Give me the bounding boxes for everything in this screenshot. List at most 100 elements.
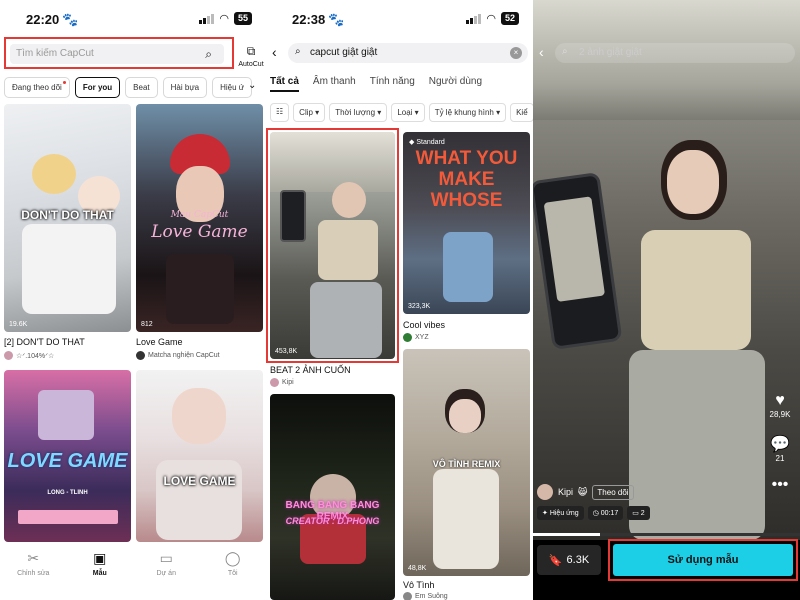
filter-aspect-ratio[interactable]: Tỷ lệ khung hình ▾ <box>428 103 507 122</box>
back-icon[interactable]: ‹ <box>539 44 544 60</box>
template-card[interactable]: 453,8K <box>270 132 395 359</box>
template-card[interactable]: Mau CapCut Love Game 812 <box>136 104 263 332</box>
preview-phone <box>533 171 623 351</box>
search-input[interactable]: ⌕ capcut giật giật × <box>288 43 528 63</box>
filter-duration[interactable]: Thời lượng ▾ <box>329 103 388 122</box>
template-card[interactable]: BANG BANG BANG REMIX CREATOR : D.PHONG <box>270 394 395 600</box>
template-card[interactable]: VÔ TÌNH REMIX 48,8K <box>403 349 530 576</box>
comment-button[interactable]: 💬 21 <box>766 434 794 463</box>
template-tags: ✦ Hiệu ứng ◷ 00:17 ▭ 2 <box>537 506 650 520</box>
card-title[interactable]: [2] DON'T DO THAT <box>4 337 85 347</box>
template-card[interactable]: DON'T DO THAT 19.6K <box>4 104 131 332</box>
card-overlay-text: DON'T DO THAT <box>21 208 114 222</box>
video-preview[interactable] <box>533 0 800 540</box>
panel-capcut-home: 22:20 🐾 ◠ 55 Tìm kiếm CapCut ⌕ ⧉ AutoCut… <box>0 0 266 600</box>
nav-edit[interactable]: ✂ Chỉnh sửa <box>8 550 58 600</box>
chip-for-you[interactable]: For you <box>74 77 121 98</box>
thumbnail-face <box>449 399 481 433</box>
card-author[interactable]: Kipi <box>270 378 294 387</box>
search-icon[interactable]: ⌕ <box>205 47 212 62</box>
autocut-label: AutoCut <box>238 61 264 68</box>
filter-type[interactable]: Loại ▾ <box>391 103 425 122</box>
card-overlay-subtitle: CREATOR : D.PHONG <box>285 516 380 526</box>
template-card[interactable]: LOVE GAME <box>136 370 263 542</box>
signal-icon <box>199 13 215 24</box>
tab-features[interactable]: Tính năng <box>370 76 415 92</box>
card-title[interactable]: Love Game <box>136 337 183 347</box>
card-title[interactable]: Vô Tình <box>403 580 434 590</box>
nav-templates[interactable]: ▣ Mẫu <box>75 550 125 600</box>
preview-top <box>641 230 751 350</box>
bottom-nav: ✂ Chỉnh sửa ▣ Mẫu ▭ Dự án ◯ Tôi <box>0 542 266 600</box>
search-input[interactable]: ⌕ 2 ảnh giật giật <box>555 43 795 63</box>
bookmark-icon: 🔖 <box>548 554 563 567</box>
panel-template-preview: ‹ ⌕ 2 ảnh giật giật ♥ 28,9K 💬 21 ••• Kip… <box>533 0 800 600</box>
usage-count: 453,8K <box>275 348 298 355</box>
cat-emoji-icon: 😸 <box>578 486 588 497</box>
nav-projects[interactable]: ▭ Dự án <box>141 550 191 600</box>
card-overlay-text: VÔ TÌNH REMIX <box>432 459 501 469</box>
template-icon: ▣ <box>93 550 107 566</box>
playback-progress[interactable] <box>533 533 800 536</box>
back-icon[interactable]: ‹ <box>272 44 277 60</box>
filter-clip[interactable]: Clip ▾ <box>293 103 326 122</box>
tab-users[interactable]: Người dùng <box>429 76 482 92</box>
wifi-icon: ◠ <box>219 13 229 25</box>
chip-funny[interactable]: Hài bựa <box>162 77 208 98</box>
chip-effects[interactable]: Hiệu ứ <box>212 77 253 98</box>
like-button[interactable]: ♥ 28,9K <box>766 392 794 419</box>
notification-dot <box>62 81 66 84</box>
template-card[interactable]: ◆ Standard WHAT YOU MAKE WHOSE 323,3K <box>403 132 530 314</box>
usage-count: 48,8K <box>408 565 427 572</box>
thumbnail-jeans <box>443 232 493 302</box>
thumbnail-body <box>156 460 242 540</box>
thumbnail-face <box>172 388 226 444</box>
card-overlay-text: WHAT YOU MAKE WHOSE <box>415 148 518 211</box>
status-bar: 22:20 🐾 ◠ 55 <box>0 0 266 38</box>
filter-settings-icon[interactable]: ☷ <box>270 103 290 122</box>
search-placeholder: Tìm kiếm CapCut <box>16 48 94 59</box>
template-card[interactable]: LOVE GAME LONG - TLINH <box>4 370 131 542</box>
filter-style[interactable]: Kiể <box>510 103 533 122</box>
battery-icon: 52 <box>500 12 519 25</box>
thumbnail-scene <box>38 390 94 440</box>
chip-following[interactable]: Đang theo dõi <box>4 77 70 98</box>
card-title[interactable]: Cool vibes <box>403 320 445 330</box>
nav-profile[interactable]: ◯ Tôi <box>208 550 258 600</box>
usage-count: 812 <box>141 321 153 328</box>
search-input[interactable]: Tìm kiếm CapCut ⌕ <box>10 44 224 64</box>
user-icon: ◯ <box>224 550 241 566</box>
clear-icon[interactable]: × <box>510 47 522 59</box>
tab-all[interactable]: Tất cả <box>270 76 299 92</box>
avatar <box>136 351 145 360</box>
thumbnail-jeans <box>310 282 382 358</box>
scissors-icon: ✂ <box>27 550 40 566</box>
creator-name[interactable]: Kipi <box>558 487 573 497</box>
save-button[interactable]: 🔖 6.3K <box>537 545 601 575</box>
heart-icon: ♥ <box>775 392 785 409</box>
tab-audio[interactable]: Âm thanh <box>313 76 356 92</box>
card-author[interactable]: ☆ᐟ.104%ᐟ☆ <box>4 351 54 360</box>
card-author[interactable]: Matcha nghiện CapCut <box>136 351 220 360</box>
highlight-box: Sử dụng mẫu <box>608 539 798 581</box>
avatar[interactable] <box>537 484 553 500</box>
chip-beat[interactable]: Beat <box>125 77 158 98</box>
comment-icon: 💬 <box>770 436 790 453</box>
chevron-down-icon[interactable]: ⌄ <box>248 80 256 91</box>
use-template-button[interactable]: Sử dụng mẫu <box>613 544 793 576</box>
search-icon: ⌕ <box>562 46 568 57</box>
category-chips: Đang theo dõi For you Beat Hài bựa Hiệu … <box>4 77 253 98</box>
follow-button[interactable]: Theo dõi <box>592 484 634 500</box>
card-title[interactable]: BEAT 2 ẢNH CUỐN <box>270 365 351 375</box>
autocut-button[interactable]: ⧉ AutoCut <box>236 44 266 68</box>
signal-icon <box>466 13 482 24</box>
card-author[interactable]: XYZ <box>403 333 429 342</box>
filter-bar: ☷ Clip ▾ Thời lượng ▾ Loại ▾ Tỷ lệ khung… <box>270 103 533 122</box>
tag-effects[interactable]: ✦ Hiệu ứng <box>537 506 584 520</box>
thumbnail-body <box>166 254 234 324</box>
more-button[interactable]: ••• <box>766 476 794 494</box>
wifi-icon: ◠ <box>486 13 496 25</box>
paw-icon: 🐾 <box>328 12 345 27</box>
battery-icon: 55 <box>233 12 252 25</box>
card-author[interactable]: Em Suông <box>403 592 448 600</box>
